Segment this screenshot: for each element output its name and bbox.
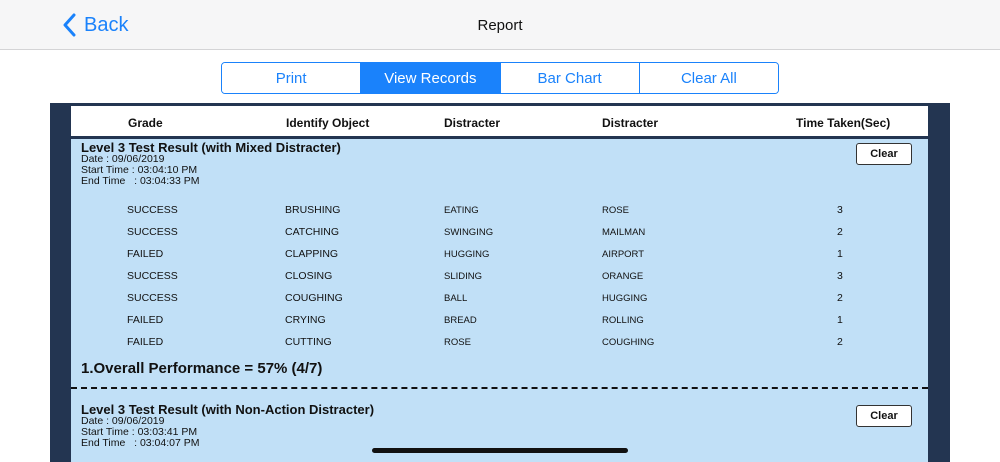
distracter-cell: BALL [444,293,468,304]
time-cell: 1 [837,314,843,326]
distracter-cell: ROLLING [602,315,644,326]
time-cell: 2 [837,336,843,348]
distracter-cell: HUGGING [444,249,490,260]
time-cell: 1 [837,248,843,260]
page-title: Report [477,17,523,34]
grade-cell: SUCCESS [127,270,178,282]
object-cell: CLAPPING [285,248,339,260]
segment-view-records[interactable]: View Records [361,63,501,93]
time-cell: 2 [837,292,843,304]
grade-cell: SUCCESS [127,204,178,216]
overall-performance: 1.Overall Performance = 57% (4/7) [81,360,323,377]
navigation-bar: Back Report [0,0,1000,50]
table-header: Grade Identify Object Distracter Distrac… [71,106,928,136]
object-cell: COUGHING [285,292,343,304]
distracter-cell: HUGGING [602,293,648,304]
grade-cell: SUCCESS [127,292,178,304]
record-divider [71,387,928,389]
distracter-cell: ROSE [444,337,471,348]
object-cell: CATCHING [285,226,340,238]
segment-bar-chart[interactable]: Bar Chart [500,63,640,93]
report-frame: Grade Identify Object Distracter Distrac… [50,103,950,462]
time-cell: 2 [837,226,843,238]
header-identify-object: Identify Object [286,116,370,130]
object-cell: CRYING [285,314,326,326]
distracter-cell: COUGHING [602,337,655,348]
grade-cell: FAILED [127,314,164,326]
object-cell: CUTTING [285,336,332,348]
distracter-cell: SLIDING [444,271,483,282]
clear-record-button[interactable]: Clear [856,405,912,427]
object-cell: BRUSHING [285,204,341,216]
distracter-cell: EATING [444,205,479,216]
distracter-cell: ORANGE [602,271,644,282]
distracter-cell: MAILMAN [602,227,646,238]
header-grade: Grade [128,116,163,130]
header-distracter-2: Distracter [602,116,659,130]
header-distracter-1: Distracter [444,116,501,130]
home-indicator[interactable] [372,448,628,453]
distracter-cell: ROSE [602,205,629,216]
record-end-time: End Time : 03:04:07 PM [81,437,200,449]
view-segmented-control: Print View Records Bar Chart Clear All [221,62,779,94]
time-cell: 3 [837,270,843,282]
distracter-cell: AIRPORT [602,249,645,260]
object-cell: CLOSING [285,270,333,282]
distracter-cell: BREAD [444,315,477,326]
segment-clear-all[interactable]: Clear All [639,63,778,93]
records-list[interactable]: Level 3 Test Result (with Mixed Distract… [71,136,928,462]
clear-record-button[interactable]: Clear [856,143,912,165]
record-end-time: End Time : 03:04:33 PM [81,175,200,187]
grade-cell: SUCCESS [127,226,178,238]
header-time-taken: Time Taken(Sec) [796,116,891,130]
grade-cell: FAILED [127,248,164,260]
distracter-cell: SWINGING [444,227,494,238]
segment-print[interactable]: Print [222,63,362,93]
time-cell: 3 [837,204,843,216]
grade-cell: FAILED [127,336,164,348]
divider [71,136,928,139]
